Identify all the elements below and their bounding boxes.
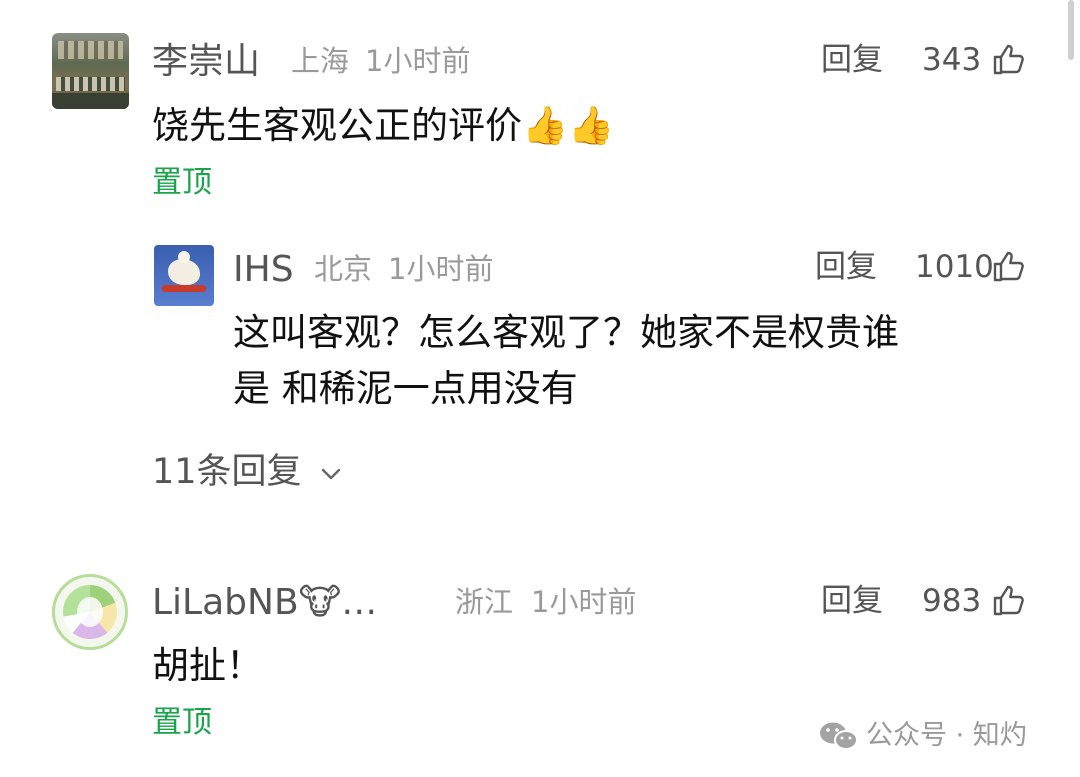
- comment-text: 胡扯！: [152, 644, 263, 687]
- username[interactable]: LiLabNB🐮…: [152, 585, 377, 621]
- thumbs-up-icon[interactable]: [992, 583, 1026, 617]
- timestamp: 1小时前: [365, 44, 471, 78]
- wechat-icon: [820, 722, 858, 750]
- pin-label[interactable]: 置顶: [152, 168, 212, 198]
- watermark-text: 公众号 · 知灼: [866, 720, 1027, 751]
- thumbs-up-icon[interactable]: [992, 249, 1026, 283]
- timestamp: 1小时前: [388, 252, 494, 286]
- chevron-down-icon: [321, 468, 341, 480]
- location: 上海: [291, 44, 350, 78]
- avatar[interactable]: [154, 245, 214, 306]
- timestamp: 1小时前: [531, 585, 637, 619]
- like-count: 1010: [915, 249, 994, 285]
- pin-label[interactable]: 置顶: [152, 708, 212, 738]
- comment-text: 饶先生客观公正的评价👍👍: [152, 104, 615, 147]
- username[interactable]: IHS: [233, 252, 294, 288]
- reply-button[interactable]: 回复: [821, 586, 883, 617]
- like-count: 983: [922, 583, 982, 619]
- reply-text-line: 是 和稀泥一点用没有: [233, 367, 578, 410]
- avatar[interactable]: [52, 33, 129, 109]
- avatar[interactable]: [52, 574, 128, 650]
- reply-text-line: 这叫客观？怎么客观了？她家不是权贵谁: [233, 311, 899, 354]
- location: 浙江: [455, 585, 514, 619]
- location: 北京: [314, 252, 373, 286]
- reply-button[interactable]: 回复: [815, 252, 877, 283]
- more-replies-label: 11条回复: [152, 452, 302, 492]
- scrollbar[interactable]: [1068, 0, 1074, 60]
- like-count: 343: [922, 42, 982, 78]
- thumbs-up-icon[interactable]: [992, 42, 1026, 76]
- username[interactable]: 李崇山: [152, 44, 260, 80]
- reply-button[interactable]: 回复: [821, 45, 883, 76]
